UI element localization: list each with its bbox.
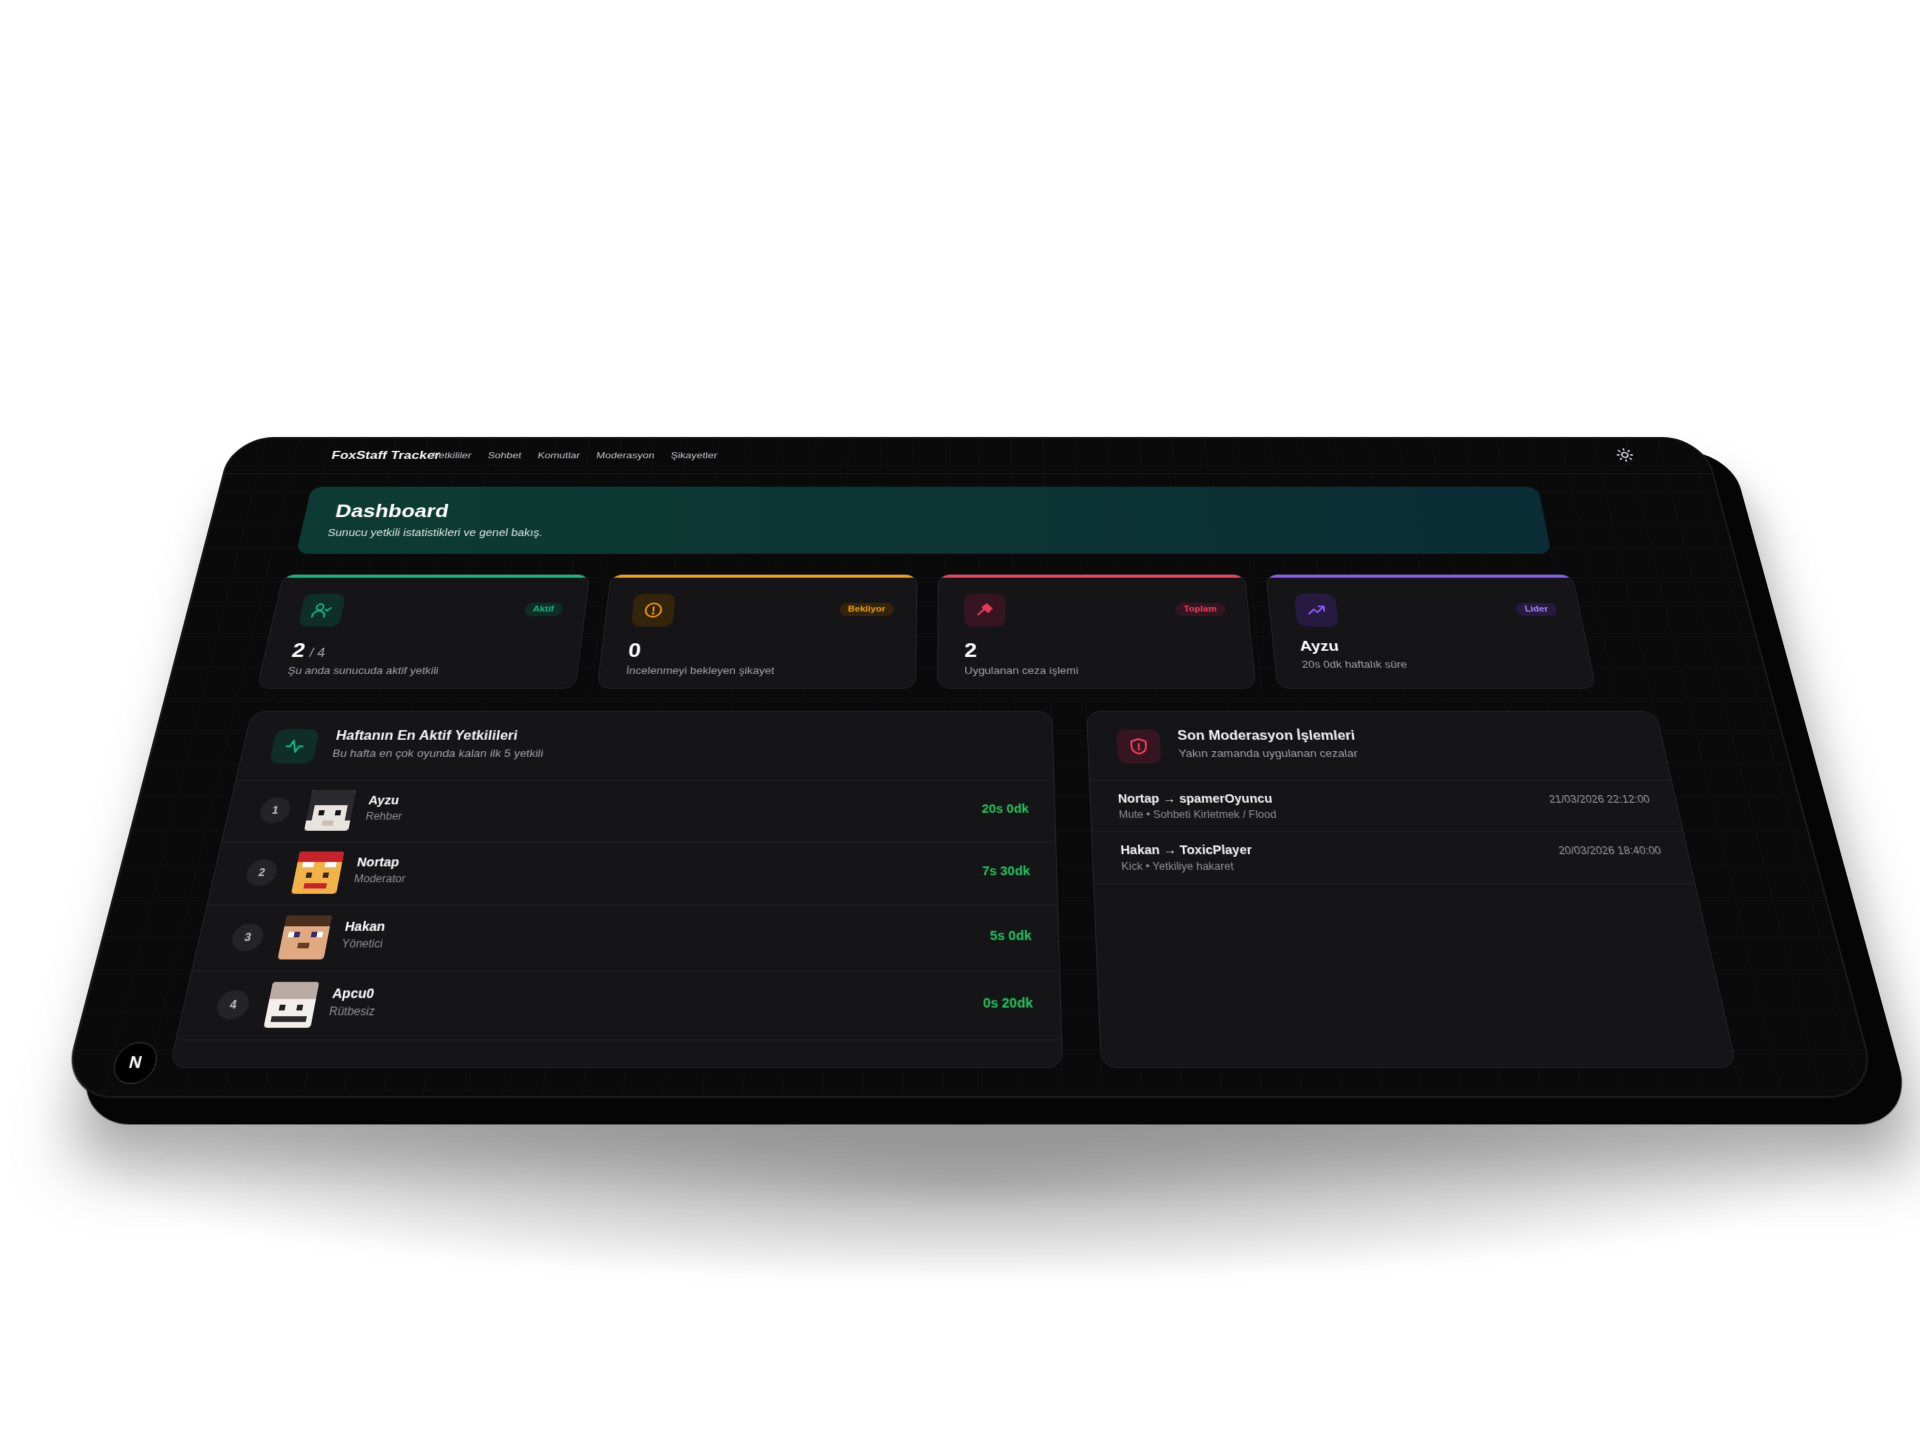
nav-link-sohbet[interactable]: Sohbet (487, 450, 522, 460)
rank-badge: 1 (257, 797, 293, 824)
page-subtitle: Sunucu yetkili istatistikleri ve genel b… (326, 526, 544, 539)
stat-card-pending-complaints[interactable]: Bekliyor 0 İncelenmeyi bekleyen şikayet (596, 574, 918, 689)
status-badge: Lider (1515, 602, 1559, 617)
moderation-date: 20/03/2026 18:40:00 (1557, 844, 1663, 857)
alert-circle-icon (631, 593, 676, 627)
rank-badge: 3 (229, 923, 266, 952)
stat-caption: İncelenmeyi bekleyen şikayet (625, 664, 775, 677)
moderation-detail: Kick • Yetkiliye hakaret (1121, 860, 1235, 873)
staff-role: Moderator (352, 872, 407, 885)
stat-value-total: / 4 (308, 646, 327, 661)
staff-row[interactable]: 2 Nortap Moderator 7s 30dk (207, 841, 1058, 906)
recent-moderation-panel: Son Moderasyon İşlemleri Yakın zamanda u… (1086, 710, 1738, 1068)
rank-badge: 2 (243, 859, 280, 886)
staff-name: Apcu0 (331, 985, 376, 1001)
shield-icon (1116, 729, 1162, 764)
accent-bar (610, 574, 917, 578)
stat-caption: Uygulanan ceza işlemi (964, 664, 1079, 677)
theme-toggle-button[interactable] (1614, 448, 1635, 463)
page-title: Dashboard (333, 500, 451, 522)
avatar (263, 981, 320, 1028)
sun-icon (1614, 448, 1635, 463)
avatar (304, 790, 357, 831)
gavel-icon (964, 593, 1006, 627)
stat-card-active-staff[interactable]: Aktif 2/ 4 Şu anda sunucuda aktif yetkil… (256, 574, 591, 689)
dev-indicator-button[interactable]: N (109, 1042, 162, 1084)
stat-card-penalties[interactable]: Toplam 2 Uygulanan ceza işlemi (937, 574, 1257, 689)
scene: FoxStaff Tracker Yetkililer Sohbet Komut… (0, 0, 1920, 1440)
stat-caption: 20s 0dk haftalık süre (1301, 658, 1408, 671)
staff-name: Hakan (343, 919, 387, 934)
moderation-action: Nortap → spamerOyuncu (1117, 791, 1273, 806)
staff-playtime: 0s 20dk (982, 995, 1034, 1011)
stat-value: 0 (627, 638, 643, 662)
panel-subtitle: Yakın zamanda uygulanan cezalar (1178, 747, 1359, 760)
staff-role: Rehber (364, 810, 403, 823)
status-badge: Bekliyor (839, 602, 895, 617)
moderation-row[interactable]: Hakan → ToxicPlayer Kick • Yetkiliye hak… (1091, 830, 1695, 885)
trending-up-icon (1293, 593, 1340, 627)
tablet-device: FoxStaff Tracker Yetkililer Sohbet Komut… (60, 436, 1916, 1125)
accent-bar (938, 574, 1245, 578)
activity-icon (269, 729, 320, 764)
accent-bar (1266, 574, 1573, 578)
stat-value: 2/ 4 (290, 639, 328, 663)
stat-value-number: 2 (289, 638, 308, 662)
avatar (291, 851, 345, 894)
staff-role: Yönetici (340, 937, 384, 951)
staff-name: Ayzu (367, 793, 401, 807)
nav-link-yetkililer[interactable]: Yetkililer (432, 450, 473, 460)
panel-header: Haftanın En Aktif Yetkilileri Bu hafta e… (236, 711, 1054, 781)
nav-link-komutlar[interactable]: Komutlar (537, 450, 581, 460)
accent-bar (283, 574, 590, 578)
staff-playtime: 5s 0dk (989, 928, 1032, 943)
moderation-detail: Mute • Sohbeti Kirletmek / Flood (1118, 808, 1277, 821)
stat-value: 2 (964, 638, 978, 662)
user-check-icon (297, 593, 346, 627)
panel-subtitle: Bu hafta en çok oyunda kalan ilk 5 yetki… (331, 747, 545, 760)
nav-link-sikayetler[interactable]: Şikayetler (670, 450, 717, 460)
nav-link-moderasyon[interactable]: Moderasyon (596, 450, 655, 460)
staff-playtime: 20s 0dk (981, 801, 1029, 816)
top-nav: FoxStaff Tracker Yetkililer Sohbet Komut… (224, 438, 1713, 474)
top-staff-panel: Haftanın En Aktif Yetkilileri Bu hafta e… (168, 710, 1064, 1068)
staff-row[interactable]: 4 Apcu0 Rütbesiz 0s 20dk (176, 970, 1062, 1041)
stat-value: Ayzu (1298, 638, 1340, 655)
panel-header: Son Moderasyon İşlemleri Yakın zamanda u… (1087, 711, 1672, 781)
staff-name: Nortap (355, 854, 401, 870)
stat-caption: Şu anda sunucuda aktif yetkili (286, 664, 440, 677)
rank-badge: 4 (214, 990, 252, 1020)
staff-row[interactable]: 1 Ayzu Rehber 20s 0dk (222, 780, 1056, 842)
panel-title: Son Moderasyon İşlemleri (1177, 729, 1356, 744)
moderation-action: Hakan → ToxicPlayer (1120, 842, 1253, 857)
brand-logo[interactable]: FoxStaff Tracker (330, 449, 441, 462)
device-screen: FoxStaff Tracker Yetkililer Sohbet Komut… (60, 436, 1880, 1098)
moderation-date: 21/03/2026 22:12:00 (1548, 793, 1651, 806)
status-badge: Aktif (523, 602, 564, 617)
moderation-row[interactable]: Nortap → spamerOyuncu Mute • Sohbeti Kir… (1089, 780, 1683, 832)
avatar (277, 915, 333, 960)
nav-links: Yetkililer Sohbet Komutlar Moderasyon Şi… (432, 450, 718, 460)
stat-card-leader[interactable]: Lider Ayzu 20s 0dk haftalık süre (1265, 574, 1597, 689)
dashboard-hero: Dashboard Sunucu yetkili istatistikleri … (296, 486, 1552, 554)
status-badge: Toplam (1174, 602, 1226, 617)
staff-playtime: 7s 30dk (982, 863, 1031, 878)
panel-title: Haftanın En Aktif Yetkilileri (334, 729, 519, 744)
staff-row[interactable]: 3 Hakan Yönetici 5s 0dk (192, 904, 1060, 972)
staff-role: Rütbesiz (327, 1004, 376, 1019)
